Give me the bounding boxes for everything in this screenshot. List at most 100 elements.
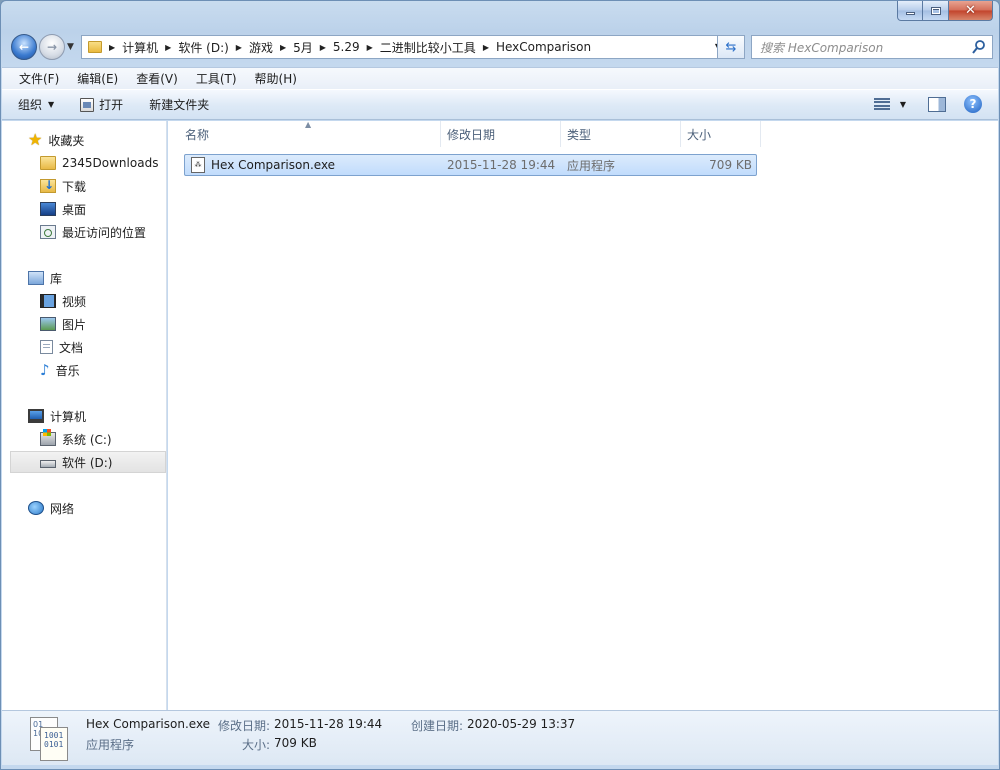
details-modified-label: 修改日期: xyxy=(218,719,271,733)
column-label: 修改日期 xyxy=(447,127,496,142)
file-type: 应用程序 xyxy=(567,158,616,173)
tree-item-documents[interactable]: 文档 xyxy=(2,336,166,358)
forward-arrow-icon: → xyxy=(46,40,58,54)
tree-item-2345downloads[interactable]: 2345Downloads xyxy=(2,152,166,174)
details-size-value: 709 KB xyxy=(274,736,317,750)
chevron-right-icon[interactable]: ▶ xyxy=(480,43,492,52)
chevron-right-icon[interactable]: ▶ xyxy=(317,43,329,52)
details-pane: 01 10 1001 0101 Hex Comparison.exe 修改日期: 2… xyxy=(2,710,998,765)
music-icon: ♪ xyxy=(40,361,50,379)
drive-icon xyxy=(40,460,56,468)
video-icon xyxy=(40,294,56,308)
view-options-dropdown[interactable]: ▼ xyxy=(900,100,906,109)
back-arrow-icon: ← xyxy=(18,40,30,54)
menu-view[interactable]: 查看(V) xyxy=(127,70,187,87)
breadcrumb-binary-tool[interactable]: 二进制比较小工具 xyxy=(376,36,480,58)
navigation-pane: ★ 收藏夹 2345Downloads 下载 桌面 最近访问的位置 库 视频 xyxy=(2,121,167,710)
column-header-size[interactable]: 大小 xyxy=(681,121,761,147)
change-view-icon[interactable] xyxy=(873,97,890,111)
tree-label: 库 xyxy=(50,271,63,286)
column-header-date[interactable]: 修改日期 xyxy=(441,121,561,147)
file-size: 709 KB xyxy=(709,158,752,172)
close-button[interactable]: ✕ xyxy=(949,1,993,21)
open-icon xyxy=(80,97,95,112)
tree-libraries[interactable]: 库 xyxy=(2,267,166,289)
breadcrumb-may[interactable]: 5月 xyxy=(289,36,317,58)
system-drive-icon xyxy=(40,429,56,446)
recent-pages-dropdown[interactable]: ▼ xyxy=(67,42,74,52)
binary-file-icon: 01 10 1001 0101 xyxy=(30,717,68,761)
column-header-row: 名称 ▲ 修改日期 类型 大小 xyxy=(168,120,998,147)
column-label: 大小 xyxy=(687,127,712,142)
tree-label: 视频 xyxy=(62,294,87,309)
tree-computer[interactable]: 计算机 xyxy=(2,405,166,427)
chevron-down-icon: ▼ xyxy=(48,100,55,109)
tree-label: 网络 xyxy=(50,501,75,516)
breadcrumb-computer[interactable]: 计算机 xyxy=(118,36,162,58)
tree-item-music[interactable]: ♪ 音乐 xyxy=(2,359,166,381)
chevron-right-icon[interactable]: ▶ xyxy=(106,43,118,52)
minimize-button[interactable] xyxy=(897,1,923,21)
open-label: 打开 xyxy=(99,98,124,112)
refresh-icon: ⇆ xyxy=(725,39,737,55)
tree-item-drive-c[interactable]: 系统 (C:) xyxy=(2,428,166,450)
chevron-right-icon[interactable]: ▶ xyxy=(364,43,376,52)
menu-help[interactable]: 帮助(H) xyxy=(246,70,306,87)
breadcrumb-games[interactable]: 游戏 xyxy=(245,36,277,58)
address-bar[interactable]: ▶ 计算机 ▶ 软件 (D:) ▶ 游戏 ▶ 5月 ▶ 5.29 ▶ 二进制比较… xyxy=(81,35,726,59)
network-icon xyxy=(28,501,44,515)
tree-network[interactable]: 网络 xyxy=(2,497,166,519)
maximize-button[interactable] xyxy=(923,1,949,21)
tree-item-drive-d[interactable]: 软件 (D:) xyxy=(10,451,166,473)
preview-pane-icon[interactable] xyxy=(928,96,946,112)
tree-favorites[interactable]: ★ 收藏夹 xyxy=(2,129,166,151)
folder-icon xyxy=(40,156,56,170)
chevron-right-icon[interactable]: ▶ xyxy=(233,43,245,52)
chevron-right-icon[interactable]: ▶ xyxy=(162,43,174,52)
tree-item-videos[interactable]: 视频 xyxy=(2,290,166,312)
details-created-label: 创建日期: xyxy=(411,719,464,733)
search-icon[interactable] xyxy=(972,39,986,55)
executable-file-icon: ⁂ xyxy=(191,157,205,173)
help-icon[interactable]: ? xyxy=(964,95,982,113)
column-label: 类型 xyxy=(567,127,592,142)
organize-button[interactable]: 组织 ▼ xyxy=(18,96,54,113)
tree-label: 最近访问的位置 xyxy=(62,225,147,240)
menu-edit[interactable]: 编辑(E) xyxy=(68,70,127,87)
menu-tools[interactable]: 工具(T) xyxy=(187,70,246,87)
refresh-button[interactable]: ⇆ xyxy=(717,35,745,59)
caption-buttons: ✕ xyxy=(897,1,993,21)
tree-item-pictures[interactable]: 图片 xyxy=(2,313,166,335)
command-bar: 组织 ▼ 打开 新建文件夹 ▼ ? xyxy=(2,89,998,120)
tree-label: 软件 (D:) xyxy=(62,455,113,470)
file-row[interactable]: ⁂ Hex Comparison.exe 2015-11-28 19:44 应用… xyxy=(184,154,757,176)
maximize-icon xyxy=(930,6,941,15)
breadcrumb-drive-d[interactable]: 软件 (D:) xyxy=(174,36,232,58)
documents-icon xyxy=(40,340,53,354)
star-icon: ★ xyxy=(28,130,43,149)
forward-button[interactable]: → xyxy=(39,34,65,60)
menu-file[interactable]: 文件(F) xyxy=(10,70,68,87)
column-header-type[interactable]: 类型 xyxy=(561,121,681,147)
tree-label: 收藏夹 xyxy=(48,133,85,148)
chevron-right-icon[interactable]: ▶ xyxy=(277,43,289,52)
tree-item-recent-places[interactable]: 最近访问的位置 xyxy=(2,221,166,243)
tree-label: 图片 xyxy=(62,317,87,332)
file-list: 名称 ▲ 修改日期 类型 大小 ⁂ Hex Comparison.exe 201… xyxy=(168,120,998,710)
details-size-label: 大小: xyxy=(242,738,271,752)
back-button[interactable]: ← xyxy=(11,34,37,60)
tree-label: 文档 xyxy=(59,340,84,355)
tree-label: 计算机 xyxy=(50,409,87,424)
tree-item-downloads[interactable]: 下载 xyxy=(2,175,166,197)
breadcrumb-hexcomparison[interactable]: HexComparison xyxy=(492,36,595,58)
breadcrumb-5-29[interactable]: 5.29 xyxy=(329,36,364,58)
view-controls: ▼ ? xyxy=(873,95,982,113)
new-folder-button[interactable]: 新建文件夹 xyxy=(149,96,209,113)
library-icon xyxy=(28,271,44,285)
tree-item-desktop[interactable]: 桌面 xyxy=(2,198,166,220)
search-placeholder: 搜索 HexComparison xyxy=(760,40,884,55)
open-button[interactable]: 打开 xyxy=(80,96,123,113)
details-created-value: 2020-05-29 13:37 xyxy=(467,717,576,731)
column-header-name[interactable]: 名称 ▲ xyxy=(168,120,441,147)
search-input[interactable]: 搜索 HexComparison xyxy=(751,35,993,59)
